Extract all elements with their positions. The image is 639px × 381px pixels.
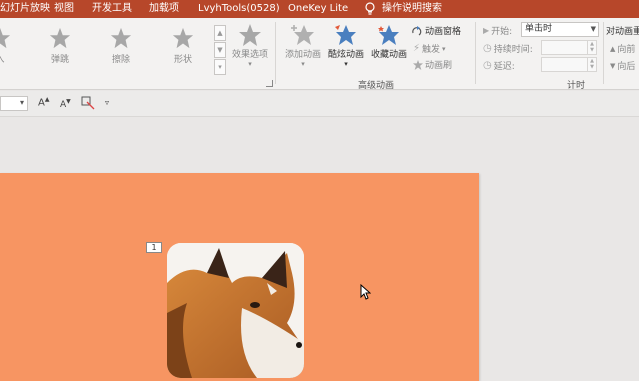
chevron-down-icon: ▾ [301,60,305,68]
tab-lvyhtools[interactable]: LvyhTools(0528) [198,3,280,15]
format-toolbar: ▾ A▲ A▼ ▿ [0,91,639,117]
start-label: 开始: [491,27,513,37]
reorder-text: 对动画重 [606,27,639,37]
effect-options-label: 效果选项 [231,50,268,60]
star-icon [0,27,11,49]
ribbon-tabs-bar: 幻灯片放映 视图 开发工具 加载项 LvyhTools(0528) OneKey… [0,0,639,18]
cool-animation-button[interactable]: 酷炫动画 ▾ [325,21,367,68]
star-icon [110,27,132,49]
trigger-button[interactable]: ⚡ 触发 ▾ [413,42,446,55]
chevron-down-icon[interactable]: ▼ [214,42,226,58]
clear-format-icon[interactable] [81,96,95,110]
effect-options-button[interactable]: 效果选项 ▾ [228,21,272,68]
customize-toolbar-icon[interactable]: ▿ [105,98,109,112]
animation-gallery: 入 弹跳 擦除 形状 ▲ ▼ ▾ [0,21,228,87]
powerpoint-window: 幻灯片放映 视图 开发工具 加载项 LvyhTools(0528) OneKey… [0,0,639,381]
chevron-down-icon: ▾ [19,98,24,107]
decrease-font-icon[interactable]: A▼ [60,98,71,112]
dialog-launcher-icon[interactable] [266,80,273,87]
font-size-combo[interactable]: ▾ [0,96,28,111]
mouse-cursor-icon [360,284,371,300]
tab-view[interactable]: 视图 [54,3,74,15]
reorder-label: 对动画重 [606,24,639,37]
rocket-star-icon [335,25,356,45]
delay-label-row: ◷ 延迟: [483,59,515,72]
duration-spinner[interactable]: ▲ ▼ [541,40,597,55]
chevron-up-icon[interactable]: ▲ [214,25,226,41]
fox-image [167,243,304,378]
gallery-item-label: 擦除 [111,55,130,65]
gallery-item[interactable]: 入 [0,21,22,71]
arrow-down-icon: ▼ [610,61,616,70]
star-icon [239,24,261,46]
add-star-icon [291,25,314,45]
favorite-animation-button[interactable]: 收藏动画 [368,21,410,60]
animations-ribbon: 入 弹跳 擦除 形状 ▲ ▼ ▾ 效果选项 ▾ [0,18,639,91]
duration-label-row: ◷ 持续时间: [483,42,533,55]
delay-label: 延迟: [493,62,515,72]
start-combo[interactable]: 单击时 ▼ [521,22,599,37]
advanced-animation-group-label: 高级动画 [358,81,395,91]
lightning-icon: ⚡ [413,43,421,54]
animation-pane-label: 动画窗格 [425,27,462,37]
painter-star-icon [413,59,423,70]
spinner-arrows-icon[interactable]: ▲ ▼ [587,58,596,71]
tab-slideshow[interactable]: 幻灯片放映 [0,3,50,15]
delay-spinner[interactable]: ▲ ▼ [541,57,597,72]
animation-order-tag[interactable]: 1 [146,242,162,253]
add-animation-button[interactable]: 添加动画 ▾ [282,21,324,68]
gallery-item[interactable]: 擦除 [99,21,143,71]
gallery-item-label: 入 [0,52,22,65]
animation-pane-button[interactable]: 动画窗格 [411,24,461,37]
gallery-item-label: 形状 [173,55,192,65]
group-separator [275,22,276,84]
add-animation-label: 添加动画 [284,50,321,60]
tab-onekey-lite[interactable]: OneKey Lite [288,3,348,15]
spinner-arrows-icon[interactable]: ▲ ▼ [587,41,596,54]
favorite-animation-label: 收藏动画 [370,50,407,60]
start-label-row: ▶ 开始: [483,24,512,37]
gallery-more-icon[interactable]: ▾ [214,59,226,75]
arrow-up-icon: ▲ [610,44,616,53]
trigger-label: 触发 [422,45,441,55]
favorite-star-icon [378,25,399,45]
gallery-item[interactable]: 形状 [161,21,205,71]
star-icon [49,27,71,49]
tab-developer[interactable]: 开发工具 [92,3,132,15]
star-icon [172,27,194,49]
chevron-down-icon: ▾ [442,44,446,53]
move-later-label: 向后 [617,62,636,72]
cool-animation-label: 酷炫动画 [327,50,364,60]
play-icon: ▶ [483,26,490,35]
group-separator [603,22,604,84]
chevron-down-icon: ▾ [248,60,252,68]
move-later-button[interactable]: ▼ 向后 [610,59,636,73]
start-value: 单击时 [525,24,553,34]
tab-addins[interactable]: 加载项 [149,3,179,15]
fox-photo[interactable] [167,243,304,378]
clock-icon: ◷ [483,60,492,71]
gallery-scrollbar[interactable]: ▲ ▼ ▾ [214,25,226,77]
increase-font-icon[interactable]: A▲ [38,96,49,110]
animation-pane-icon [412,25,422,35]
chevron-down-icon: ▾ [344,60,348,68]
move-earlier-label: 向前 [617,45,636,55]
duration-label: 持续时间: [493,45,533,55]
move-earlier-button[interactable]: ▲ 向前 [610,42,636,56]
gallery-item[interactable]: 弹跳 [38,21,82,71]
group-separator [475,22,476,84]
timing-group-label: 计时 [567,81,586,91]
animation-painter-button[interactable]: 动画刷 [413,58,452,71]
clock-icon: ◷ [483,43,492,54]
animation-painter-label: 动画刷 [425,61,453,71]
tell-me-search[interactable]: 操作说明搜索 [382,3,442,15]
lightbulb-icon [365,2,375,15]
gallery-item-label: 弹跳 [50,55,69,65]
chevron-down-icon: ▼ [590,25,596,33]
